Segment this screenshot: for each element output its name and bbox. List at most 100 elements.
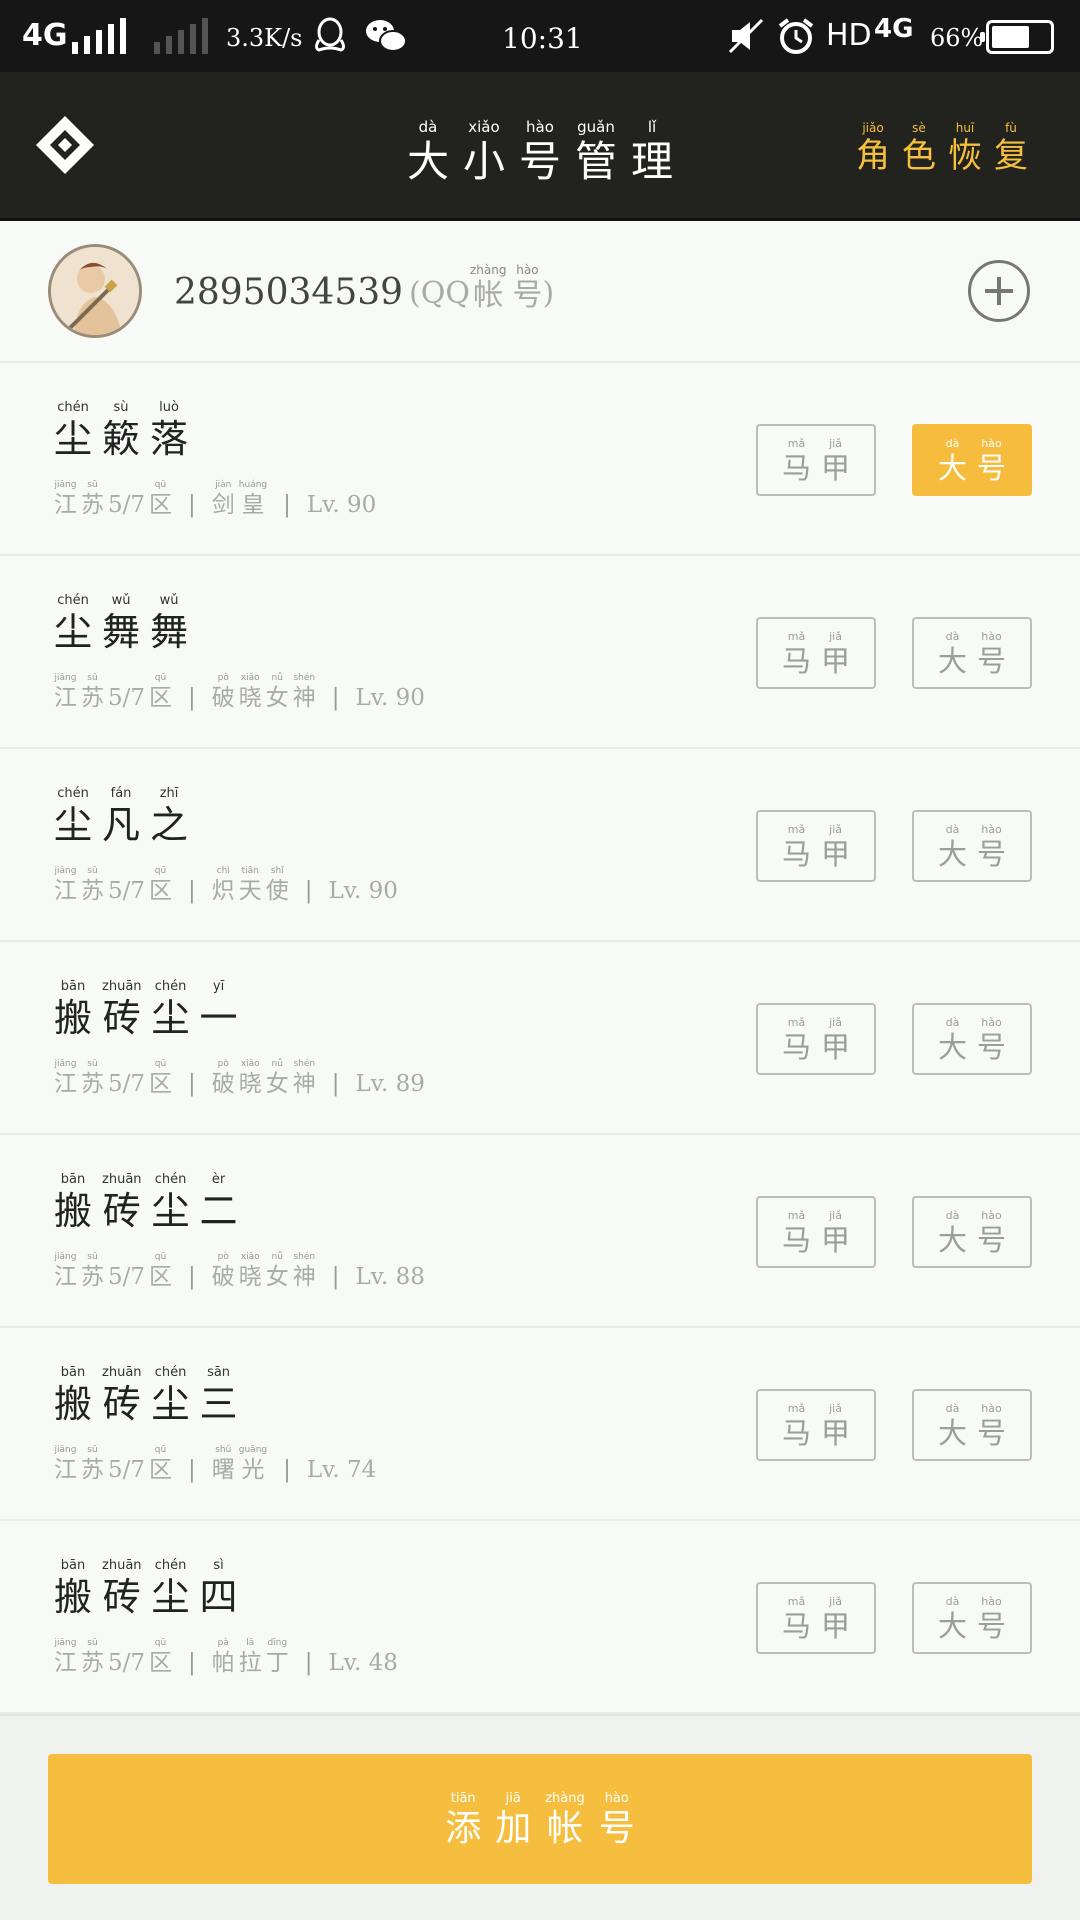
hanzi: 砖 xyxy=(102,1575,141,1619)
separator: | xyxy=(283,1457,291,1483)
hanzi: 区 xyxy=(149,685,173,711)
hanzi: 破 xyxy=(211,685,235,711)
pinyin: fù xyxy=(1005,121,1017,135)
network-type-2: 4G xyxy=(874,14,914,44)
ruby-char: shǐ 使 xyxy=(266,867,289,903)
hanzi: 复 xyxy=(994,136,1028,176)
server-number: 5/7 xyxy=(108,1457,146,1483)
ruby-char: fán 凡 xyxy=(102,787,140,844)
set-main-button[interactable]: dà 大 hào 号 xyxy=(912,810,1032,882)
add-icon[interactable] xyxy=(968,260,1030,322)
character-class: pò 破 xiǎo 晓 nǚ 女 shén 神 xyxy=(212,674,316,710)
ruby-char: chén 尘 xyxy=(54,401,92,458)
pinyin: hào xyxy=(981,1208,1002,1222)
set-main-button[interactable]: dà 大 hào 号 xyxy=(912,1582,1032,1654)
hanzi: 三 xyxy=(199,1382,238,1426)
character-level: Lv. 90 xyxy=(328,878,398,904)
pinyin: jiǎ xyxy=(829,436,842,450)
pinyin: hào xyxy=(981,1401,1002,1415)
ruby-char: pà 帕 xyxy=(212,1639,235,1675)
set-main-button[interactable]: dà 大 hào 号 xyxy=(912,424,1032,496)
account-type-label: zhàng 帐 hào 号 xyxy=(470,264,542,311)
ruby-char: bān 搬 xyxy=(54,980,92,1037)
ruby-char: sū 苏 xyxy=(81,867,104,903)
pinyin: luò xyxy=(159,400,179,415)
set-alt-button[interactable]: mǎ 马 jiǎ 甲 xyxy=(756,617,876,689)
ruby-char: qū 区 xyxy=(149,1060,172,1096)
set-alt-button[interactable]: mǎ 马 jiǎ 甲 xyxy=(756,1389,876,1461)
ruby-char: zhī 之 xyxy=(150,787,188,844)
ruby-char: lā 拉 xyxy=(239,1639,262,1675)
server-number: 5/7 xyxy=(108,492,146,518)
ruby-char: tiān 添 xyxy=(445,1792,481,1847)
ruby-char: huáng 皇 xyxy=(239,481,267,517)
ruby-char: xiǎo 晓 xyxy=(239,1253,262,1289)
hanzi: 帐 xyxy=(546,1807,583,1849)
set-main-button[interactable]: dà 大 hào 号 xyxy=(912,1389,1032,1461)
hanzi: 甲 xyxy=(821,1029,851,1064)
pinyin: xiǎo xyxy=(240,1252,260,1262)
pinyin: mǎ xyxy=(787,1594,806,1608)
character-name: bān 搬 zhuān 砖 chén 尘 yī 一 xyxy=(54,980,238,1037)
ruby-char: chén 尘 xyxy=(152,980,190,1037)
set-main-button[interactable]: dà 大 hào 号 xyxy=(912,1196,1032,1268)
clock: 10:31 xyxy=(502,22,583,55)
character-class: pò 破 xiǎo 晓 nǚ 女 shén 神 xyxy=(212,1060,316,1096)
pinyin: jiāng xyxy=(54,480,77,490)
hanzi: 光 xyxy=(241,1457,265,1483)
character-level: Lv. 90 xyxy=(306,492,377,518)
separator: | xyxy=(283,492,291,518)
ruby-char: jiǎ 甲 xyxy=(821,1596,850,1641)
set-alt-button[interactable]: mǎ 马 jiǎ 甲 xyxy=(756,1582,876,1654)
set-alt-button[interactable]: mǎ 马 jiǎ 甲 xyxy=(756,810,876,882)
ruby-char: sān 三 xyxy=(200,1366,238,1423)
set-alt-button[interactable]: mǎ 马 jiǎ 甲 xyxy=(756,424,876,496)
pinyin: dà xyxy=(945,629,960,643)
hanzi: 苏 xyxy=(81,1650,104,1676)
pinyin: chì xyxy=(216,866,230,876)
character-name: bān 搬 zhuān 砖 chén 尘 sì 四 xyxy=(54,1559,238,1616)
role-restore-button[interactable]: jiǎo 角 sè 色 huī 恢 fù 复 xyxy=(856,122,1028,173)
hanzi: 一 xyxy=(199,996,238,1040)
set-alt-button[interactable]: mǎ 马 jiǎ 甲 xyxy=(756,1003,876,1075)
ruby-char: shén 神 xyxy=(293,1253,316,1289)
set-alt-button[interactable]: mǎ 马 jiǎ 甲 xyxy=(756,1196,876,1268)
hanzi: 砖 xyxy=(102,1382,141,1426)
hanzi: 帐 xyxy=(473,278,504,313)
hanzi: 舞 xyxy=(150,610,189,654)
ruby-char: xiǎo 晓 xyxy=(239,1060,262,1096)
pinyin: jiāng xyxy=(54,1059,77,1069)
hanzi: 剑 xyxy=(211,492,235,518)
set-main-button[interactable]: dà 大 hào 号 xyxy=(912,1003,1032,1075)
ruby-char: bān 搬 xyxy=(54,1366,92,1423)
ruby-char: dà 大 xyxy=(938,631,967,676)
ruby-char: xiǎo 晓 xyxy=(239,674,262,710)
pinyin: lǐ xyxy=(647,118,657,136)
ruby-char: sū 苏 xyxy=(81,481,104,517)
hanzi: 晓 xyxy=(238,1264,262,1290)
hanzi: 江 xyxy=(54,1457,77,1483)
pinyin: wǔ xyxy=(159,593,179,608)
ruby-char: jiǎ 甲 xyxy=(821,631,850,676)
ruby-char: yī 一 xyxy=(200,980,238,1037)
ruby-char: qū 区 xyxy=(149,674,172,710)
hanzi: 甲 xyxy=(821,450,851,485)
ruby-char: jiāng 江 xyxy=(54,481,77,517)
ruby-char: jiā 加 xyxy=(495,1792,531,1847)
pinyin: fán xyxy=(110,786,132,801)
pinyin: mǎ xyxy=(787,1401,806,1415)
ruby-char: fù 复 xyxy=(994,122,1028,173)
pinyin: jiǎ xyxy=(829,1208,842,1222)
hanzi: 尘 xyxy=(151,996,190,1040)
set-main-button[interactable]: dà 大 hào 号 xyxy=(912,617,1032,689)
signal-icon xyxy=(72,18,126,54)
character-row: bān 搬 zhuān 砖 chén 尘 yī 一 jiāng 江 sū 苏 5/7 qū 区 | pò 破 xiǎ… xyxy=(0,942,1080,1135)
character-server: jiāng 江 sū 苏 5/7 qū 区 xyxy=(54,481,172,517)
ruby-char: zhuān 砖 xyxy=(102,1366,142,1423)
hanzi: 苏 xyxy=(81,1264,104,1290)
ruby-char: guǎn 管 xyxy=(575,120,617,183)
ruby-char: dà 大 xyxy=(938,1596,967,1641)
pinyin: nǚ xyxy=(271,673,283,683)
hanzi: 号 xyxy=(977,1222,1007,1257)
add-account-button[interactable]: tiān 添 jiā 加 zhàng 帐 hào 号 xyxy=(48,1754,1032,1884)
